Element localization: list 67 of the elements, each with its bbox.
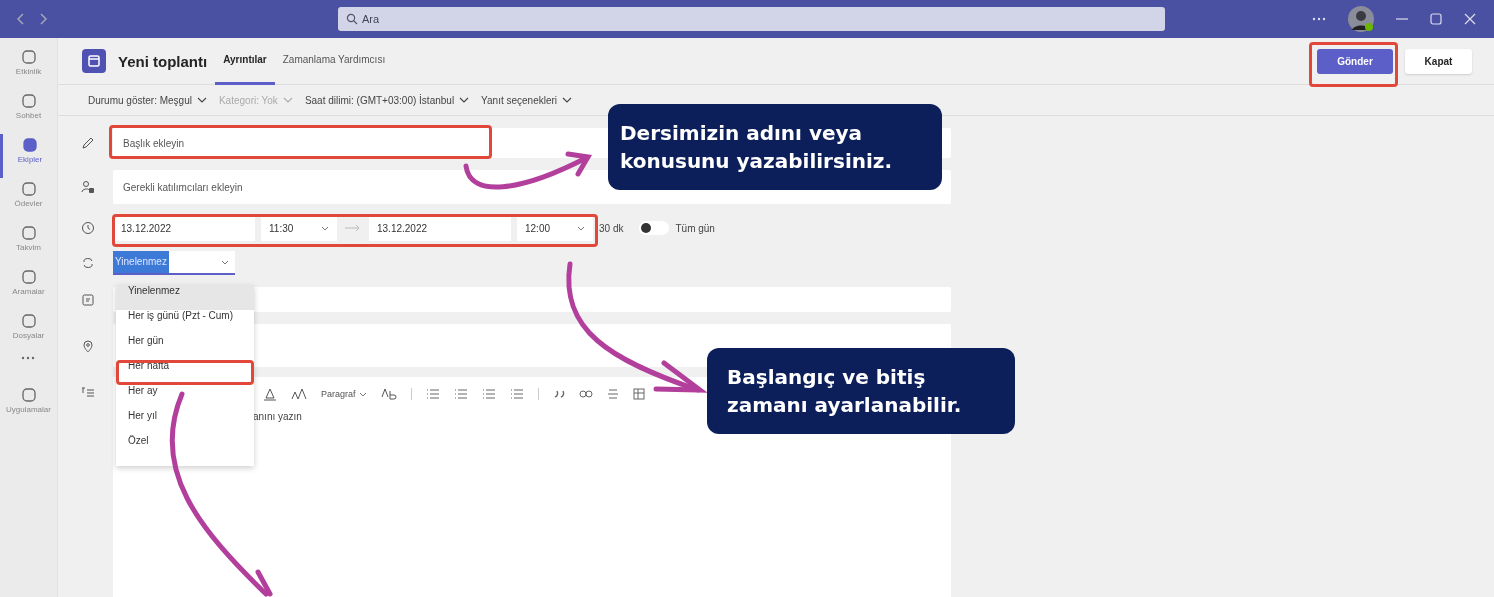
option-dropdown[interactable]: Saat dilimi: (GMT+03:00) İstanbul [304,94,470,106]
start-time-field[interactable]: 11:30 [261,215,337,241]
rail-icon [19,92,38,110]
rail-icon [19,180,38,198]
back-icon[interactable] [16,13,26,25]
rail-item[interactable]: Ekipler [0,134,57,178]
more-icon[interactable] [21,356,35,360]
tab[interactable]: Ayrıntılar [215,37,275,85]
rail-icon [19,48,38,66]
search-field[interactable]: Ara [338,7,1165,31]
rail-icon [19,312,38,330]
message-field[interactable]: anını yazın [253,411,302,425]
link-icon[interactable] [578,390,593,398]
option-dropdown[interactable]: Durumu göster: Meşgul [88,94,207,106]
rail-icon [19,268,38,286]
all-day-label: Tüm gün [675,222,715,234]
chevron-icon [321,225,329,231]
calendar-icon [82,49,106,73]
font-size-icon[interactable] [291,387,307,401]
quote-icon[interactable] [552,389,565,399]
menu-item[interactable]: Her ay [116,385,254,410]
all-day-toggle[interactable] [639,221,670,235]
recurrence-dropdown[interactable]: Yinelenmez [113,251,235,275]
start-date-field[interactable]: 13.12.2022 [113,215,255,241]
highlight-icon[interactable] [263,387,277,401]
rail-icon [19,386,38,404]
repeat-icon [81,256,95,270]
send-button[interactable]: Gönder [1317,48,1393,74]
arrow-right-icon [345,224,361,232]
tab[interactable]: Zamanlama Yardımcısı [274,37,394,85]
person-add-icon [81,180,95,194]
end-time-field[interactable]: 12:00 [517,215,593,241]
clear-format-icon[interactable] [380,387,397,401]
duration-label: 30 dk [599,222,624,234]
callout-text: Başlangıç ve bitiş [727,364,926,391]
maximize-icon[interactable] [1430,13,1442,25]
chevron-icon [221,259,229,265]
callout-text: zamanı ayarlanabilir. [727,392,962,419]
menu-item[interactable]: Özel [116,435,254,460]
menu-item[interactable]: Yinelenmez [116,285,254,310]
chevron-icon [459,97,470,103]
menu-item[interactable]: Her yıl [116,410,254,435]
table-icon[interactable] [632,388,645,400]
paragraph-dropdown[interactable]: Paragraf [321,389,367,399]
rail-icon [19,224,38,242]
close-button[interactable]: Kapat [1405,48,1472,74]
meeting-title: Yeni toplantı [118,52,208,70]
clock-icon [81,221,95,235]
pencil-icon [81,136,95,150]
end-date-field[interactable]: 13.12.2022 [369,215,511,241]
text-format-icon [81,385,95,399]
option-dropdown[interactable]: Yanıt seçenekleri [481,94,573,106]
close-icon[interactable] [1464,13,1476,25]
location-icon [81,338,95,353]
search-icon [346,13,358,25]
forward-icon[interactable] [38,13,48,25]
chevron-icon [282,97,293,103]
rail-icon [21,136,39,154]
channel-icon [81,292,95,307]
menu-item[interactable]: Her iş günü (Pzt - Cum) [116,310,254,335]
chevron-icon [358,391,367,397]
chevron-icon [562,97,573,103]
chevron-icon [196,97,207,103]
avatar[interactable] [1348,6,1374,32]
more-icon[interactable] [1312,17,1326,21]
chevron-icon [577,225,585,231]
menu-item[interactable]: Her gün [116,335,254,360]
